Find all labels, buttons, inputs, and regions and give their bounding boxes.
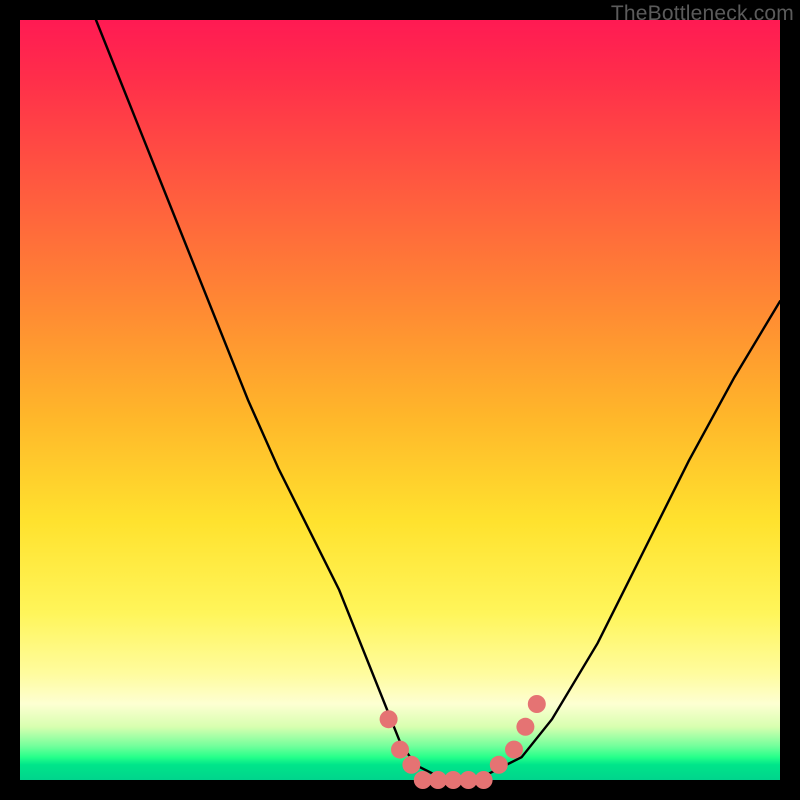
bottleneck-curve bbox=[96, 20, 780, 780]
curve-marker bbox=[475, 771, 493, 789]
curve-markers bbox=[380, 695, 546, 789]
chart-frame bbox=[20, 20, 780, 780]
bottleneck-chart-svg bbox=[20, 20, 780, 780]
curve-marker bbox=[380, 710, 398, 728]
curve-marker bbox=[505, 741, 523, 759]
curve-marker bbox=[490, 756, 508, 774]
bottleneck-curve-path bbox=[96, 20, 780, 780]
curve-marker bbox=[528, 695, 546, 713]
curve-marker bbox=[391, 741, 409, 759]
watermark-label: TheBottleneck.com bbox=[611, 2, 794, 26]
curve-marker bbox=[516, 718, 534, 736]
curve-marker bbox=[402, 756, 420, 774]
